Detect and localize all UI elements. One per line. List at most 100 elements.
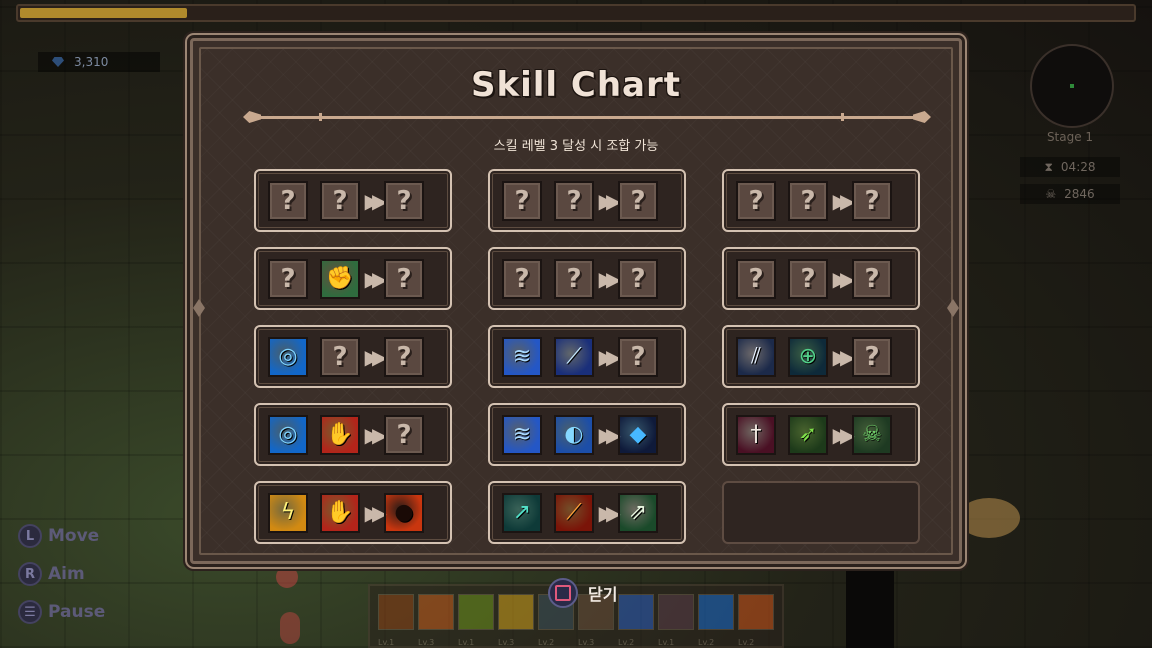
green-arrow-skill-slot[interactable]: ➶ <box>788 414 828 455</box>
unknown-skill-slot[interactable]: ? <box>554 180 594 221</box>
crosshair-skill-slot[interactable]: ⊕ <box>788 336 828 377</box>
flame-hand-skill-slot[interactable]: ✋ <box>320 414 360 455</box>
question-mark-icon: ? <box>800 263 816 294</box>
divider-tick <box>841 113 844 121</box>
unknown-skill-slot[interactable]: ? <box>502 258 542 299</box>
unknown-skill-slot[interactable]: ? <box>268 180 308 221</box>
teal-spear-skill-icon: ↗ <box>512 499 532 525</box>
unknown-skill-slot[interactable]: ? <box>618 180 658 221</box>
question-mark-icon: ? <box>864 263 880 294</box>
skill-level-label: Lv.3 <box>498 638 515 647</box>
timer-value: 04:28 <box>1060 160 1096 174</box>
combine-arrow-icon: ▶▶ <box>832 422 856 447</box>
equipped-skill-slot: Lv.1 <box>378 594 414 647</box>
unknown-skill-slot[interactable]: ? <box>852 336 892 377</box>
question-mark-icon: ? <box>630 263 646 294</box>
control-label: Move <box>48 526 100 546</box>
recipe-card: ?? ▶▶? <box>488 169 686 232</box>
dagger-skill-slot[interactable]: † <box>736 414 776 455</box>
ice-blade-skill-slot[interactable]: ⟋ <box>554 336 594 377</box>
unknown-skill-slot[interactable]: ? <box>554 258 594 299</box>
enemy-projectile <box>280 612 300 644</box>
skill-level-label: Lv.1 <box>658 638 675 647</box>
poison-skull-skill-slot[interactable]: ☠ <box>852 414 892 455</box>
unknown-skill-slot[interactable]: ? <box>788 180 828 221</box>
unknown-skill-slot[interactable]: ? <box>852 180 892 221</box>
question-mark-icon: ? <box>514 185 530 216</box>
skill-chart-dialog: Skill Chart 스킬 레벨 3 달성 시 조합 가능 ?? ▶▶??? ▶▶… <box>190 38 962 564</box>
combine-arrow-icon: ▶▶ <box>598 344 622 369</box>
ice-wave-skill-slot[interactable]: ≋ <box>502 336 542 377</box>
unknown-skill-slot[interactable]: ? <box>736 180 776 221</box>
equipped-skill-icon <box>698 594 734 630</box>
question-mark-icon: ? <box>630 185 646 216</box>
crosshair-skill-icon: ⊕ <box>798 343 818 369</box>
dagger-skill-icon: † <box>750 421 762 447</box>
unknown-skill-slot[interactable]: ? <box>384 336 424 377</box>
skill-level-label: Lv.2 <box>618 638 635 647</box>
equipped-skill-icon <box>618 594 654 630</box>
mushroom-enemy <box>958 498 1020 538</box>
meteor-skill-slot[interactable]: ● <box>384 492 424 533</box>
unknown-skill-slot[interactable]: ? <box>384 414 424 455</box>
recipe-card: ◎? ▶▶? <box>254 325 452 388</box>
lightning-scroll-skill-slot[interactable]: ϟ <box>268 492 308 533</box>
combine-arrow-icon: ▶▶ <box>598 422 622 447</box>
unknown-skill-slot[interactable]: ? <box>384 258 424 299</box>
equipped-skill-slot: Lv.2 <box>618 594 654 647</box>
triple-arrow-skill-slot[interactable]: ⫽ <box>736 336 776 377</box>
divider-end-right <box>913 111 931 123</box>
gem-count: 3,310 <box>74 55 109 69</box>
fist-skill-slot[interactable]: ✊ <box>320 258 360 299</box>
vortex-skill-slot[interactable]: ◎ <box>268 414 308 455</box>
combine-arrow-icon: ▶▶ <box>364 500 388 525</box>
unknown-skill-slot[interactable]: ? <box>384 180 424 221</box>
unknown-skill-slot[interactable]: ? <box>320 180 360 221</box>
player-character <box>846 568 894 648</box>
unknown-skill-slot[interactable]: ? <box>320 336 360 377</box>
vortex-skill-slot[interactable]: ◎ <box>268 336 308 377</box>
question-mark-icon: ? <box>800 185 816 216</box>
double-arrow-skill-slot[interactable]: ⇗ <box>618 492 658 533</box>
unknown-skill-slot[interactable]: ? <box>788 258 828 299</box>
control-label: Aim <box>48 564 85 584</box>
recipe-card: ? ✊ ▶▶? <box>254 247 452 310</box>
equipped-skill-slot: Lv.2 <box>738 594 774 647</box>
equipped-skill-icon <box>378 594 414 630</box>
unknown-skill-slot[interactable]: ? <box>502 180 542 221</box>
unknown-skill-slot[interactable]: ? <box>618 258 658 299</box>
ice-wave-skill-icon: ≋ <box>512 343 532 369</box>
close-button[interactable]: 닫기 <box>548 578 617 608</box>
lightning-scroll-skill-icon: ϟ <box>280 499 296 525</box>
teal-spear-skill-slot[interactable]: ↗ <box>502 492 542 533</box>
left-stick-icon: L <box>18 524 42 548</box>
question-mark-icon: ? <box>396 419 412 450</box>
vortex-skill-icon: ◎ <box>278 343 298 369</box>
recipe-card: ϟ ✋ ▶▶ ● <box>254 481 452 544</box>
question-mark-icon: ? <box>864 185 880 216</box>
question-mark-icon: ? <box>566 185 582 216</box>
combine-arrow-icon: ▶▶ <box>832 266 856 291</box>
kill-count: 2846 <box>1064 187 1095 201</box>
ice-blade-skill-icon: ⟋ <box>566 343 582 369</box>
question-mark-icon: ? <box>566 263 582 294</box>
unknown-skill-slot[interactable]: ? <box>736 258 776 299</box>
equipped-skill-icon <box>418 594 454 630</box>
unknown-skill-slot[interactable]: ? <box>852 258 892 299</box>
dialog-title: Skill Chart <box>470 65 682 105</box>
ice-wave-skill-slot[interactable]: ≋ <box>502 414 542 455</box>
fist-skill-icon: ✊ <box>326 265 354 291</box>
equipped-skill-slot: Lv.2 <box>698 594 734 647</box>
water-orb-skill-icon: ◐ <box>564 421 584 447</box>
question-mark-icon: ? <box>514 263 530 294</box>
skill-level-label: Lv.3 <box>578 638 595 647</box>
ice-crystal-skill-slot[interactable]: ◆ <box>618 414 658 455</box>
fire-strike-skill-slot[interactable]: ⟋ <box>554 492 594 533</box>
water-orb-skill-slot[interactable]: ◐ <box>554 414 594 455</box>
recipe-card: ?? ▶▶? <box>722 247 920 310</box>
unknown-skill-slot[interactable]: ? <box>618 336 658 377</box>
combine-arrow-icon: ▶▶ <box>598 500 622 525</box>
unknown-skill-slot[interactable]: ? <box>268 258 308 299</box>
flame-hand-skill-slot[interactable]: ✋ <box>320 492 360 533</box>
green-arrow-skill-icon: ➶ <box>798 421 818 447</box>
